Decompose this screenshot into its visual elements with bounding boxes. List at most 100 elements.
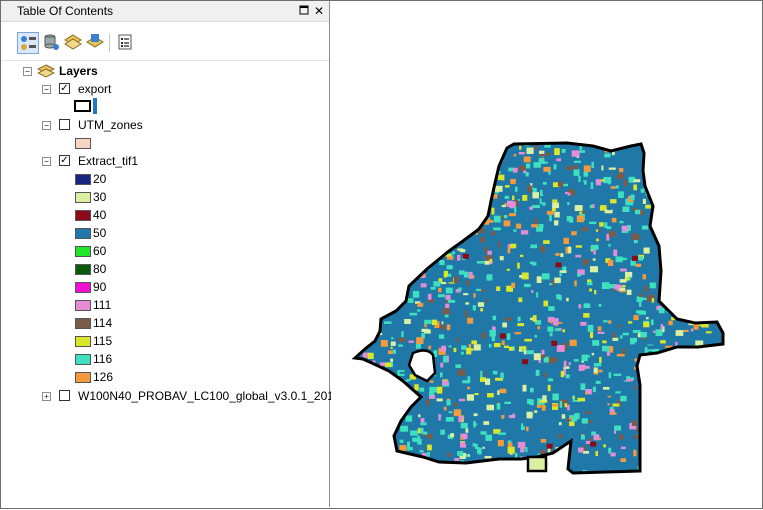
raster-cell bbox=[383, 196, 387, 203]
layer-extract-tif1[interactable]: − ✓ Extract_tif1 bbox=[1, 152, 329, 170]
raster-cell bbox=[633, 184, 637, 191]
raster-cell bbox=[547, 326, 554, 332]
raster-cell bbox=[501, 415, 505, 419]
layer-utm-zones[interactable]: − UTM_zones bbox=[1, 116, 329, 134]
raster-cell bbox=[619, 220, 624, 224]
raster-cell bbox=[385, 156, 390, 163]
raster-cell bbox=[447, 173, 450, 180]
raster-cell bbox=[713, 384, 717, 391]
raster-cell bbox=[476, 261, 485, 264]
raster-cell bbox=[465, 167, 472, 174]
raster-cell bbox=[669, 151, 675, 157]
raster-cell bbox=[359, 434, 367, 439]
raster-cell bbox=[407, 379, 411, 382]
raster-cell bbox=[711, 193, 716, 199]
utm-zones-checkbox[interactable] bbox=[59, 119, 70, 130]
raster-cell bbox=[599, 228, 602, 232]
raster-cell bbox=[678, 266, 685, 269]
raster-cell bbox=[573, 169, 580, 176]
raster-cell bbox=[436, 343, 442, 347]
raster-cell bbox=[729, 444, 732, 450]
pin-icon[interactable] bbox=[297, 4, 311, 18]
raster-cell bbox=[472, 172, 480, 178]
raster-cell bbox=[580, 321, 587, 326]
raster-cell bbox=[479, 465, 487, 472]
raster-cell bbox=[454, 465, 457, 473]
raster-cell bbox=[408, 340, 414, 343]
raster-cell bbox=[455, 153, 463, 160]
raster-cell bbox=[552, 202, 559, 209]
legend-item: 80 bbox=[1, 260, 329, 278]
raster-cell bbox=[372, 303, 379, 309]
raster-cell bbox=[412, 437, 418, 442]
raster-cell bbox=[596, 347, 601, 354]
raster-cell bbox=[669, 218, 677, 225]
raster-cell bbox=[497, 241, 501, 248]
options-icon[interactable] bbox=[115, 32, 137, 54]
raster-cell bbox=[652, 330, 656, 333]
raster-cell bbox=[456, 337, 459, 343]
raster-cell bbox=[548, 171, 551, 175]
list-by-selection-icon[interactable] bbox=[85, 32, 107, 54]
legend-item: 116 bbox=[1, 350, 329, 368]
collapse-icon[interactable]: − bbox=[42, 121, 51, 130]
raster-cell bbox=[563, 360, 567, 368]
map-view[interactable] bbox=[331, 1, 761, 507]
raster-cell bbox=[720, 149, 723, 153]
raster-cell bbox=[383, 209, 388, 212]
raster-cell bbox=[614, 284, 620, 290]
raster-cell bbox=[436, 398, 443, 402]
raster-cell bbox=[710, 405, 715, 409]
raster-cell bbox=[383, 279, 386, 284]
raster-cell bbox=[690, 193, 696, 201]
raster-cell bbox=[447, 299, 456, 303]
legend-item: 20 bbox=[1, 170, 329, 188]
close-icon[interactable]: ✕ bbox=[312, 4, 326, 18]
raster-cell bbox=[399, 371, 408, 374]
raster-cell bbox=[695, 266, 704, 272]
collapse-icon[interactable]: − bbox=[42, 157, 51, 166]
raster-cell bbox=[516, 223, 522, 229]
raster-cell bbox=[498, 432, 506, 435]
raster-cell bbox=[591, 151, 595, 157]
raster-cell bbox=[497, 180, 502, 184]
raster-cell bbox=[602, 340, 607, 344]
list-by-visibility-icon[interactable] bbox=[63, 32, 85, 54]
collapse-icon[interactable]: − bbox=[42, 85, 51, 94]
raster-cell bbox=[726, 144, 729, 151]
extract-tif1-checkbox[interactable]: ✓ bbox=[59, 155, 70, 166]
raster-cell bbox=[469, 191, 476, 196]
raster-cell bbox=[402, 180, 410, 187]
raster-cell bbox=[531, 205, 540, 208]
list-by-drawing-order-icon[interactable] bbox=[17, 32, 39, 54]
probav-checkbox[interactable] bbox=[59, 390, 70, 401]
map-canvas[interactable] bbox=[331, 1, 761, 507]
raster-cell bbox=[459, 398, 465, 402]
raster-cell bbox=[457, 248, 463, 251]
raster-cell bbox=[507, 446, 515, 454]
raster-cell bbox=[436, 204, 442, 210]
raster-cell bbox=[655, 408, 659, 413]
raster-cell bbox=[678, 461, 682, 467]
raster-cell bbox=[448, 149, 455, 153]
raster-cell bbox=[522, 384, 527, 392]
raster-cell bbox=[533, 162, 541, 168]
layer-probav[interactable]: + W100N40_PROBAV_LC100_global_v3.0.1_201… bbox=[1, 387, 349, 405]
raster-cell bbox=[470, 160, 477, 164]
raster-cell bbox=[606, 351, 611, 356]
raster-cell bbox=[655, 329, 663, 336]
collapse-icon[interactable]: − bbox=[23, 67, 32, 76]
list-by-source-icon[interactable] bbox=[41, 32, 63, 54]
raster-cell bbox=[601, 282, 610, 289]
expand-icon[interactable]: + bbox=[42, 392, 51, 401]
raster-cell bbox=[452, 251, 455, 255]
layer-export[interactable]: − ✓ export bbox=[1, 80, 329, 98]
raster-cell bbox=[446, 324, 451, 331]
export-checkbox[interactable]: ✓ bbox=[59, 83, 70, 94]
raster-cell bbox=[383, 461, 387, 469]
raster-cell bbox=[386, 385, 394, 388]
layers-root-label: Layers bbox=[59, 64, 98, 78]
raster-cell bbox=[538, 224, 544, 229]
raster-cell bbox=[438, 215, 443, 222]
raster-cell bbox=[595, 179, 602, 186]
